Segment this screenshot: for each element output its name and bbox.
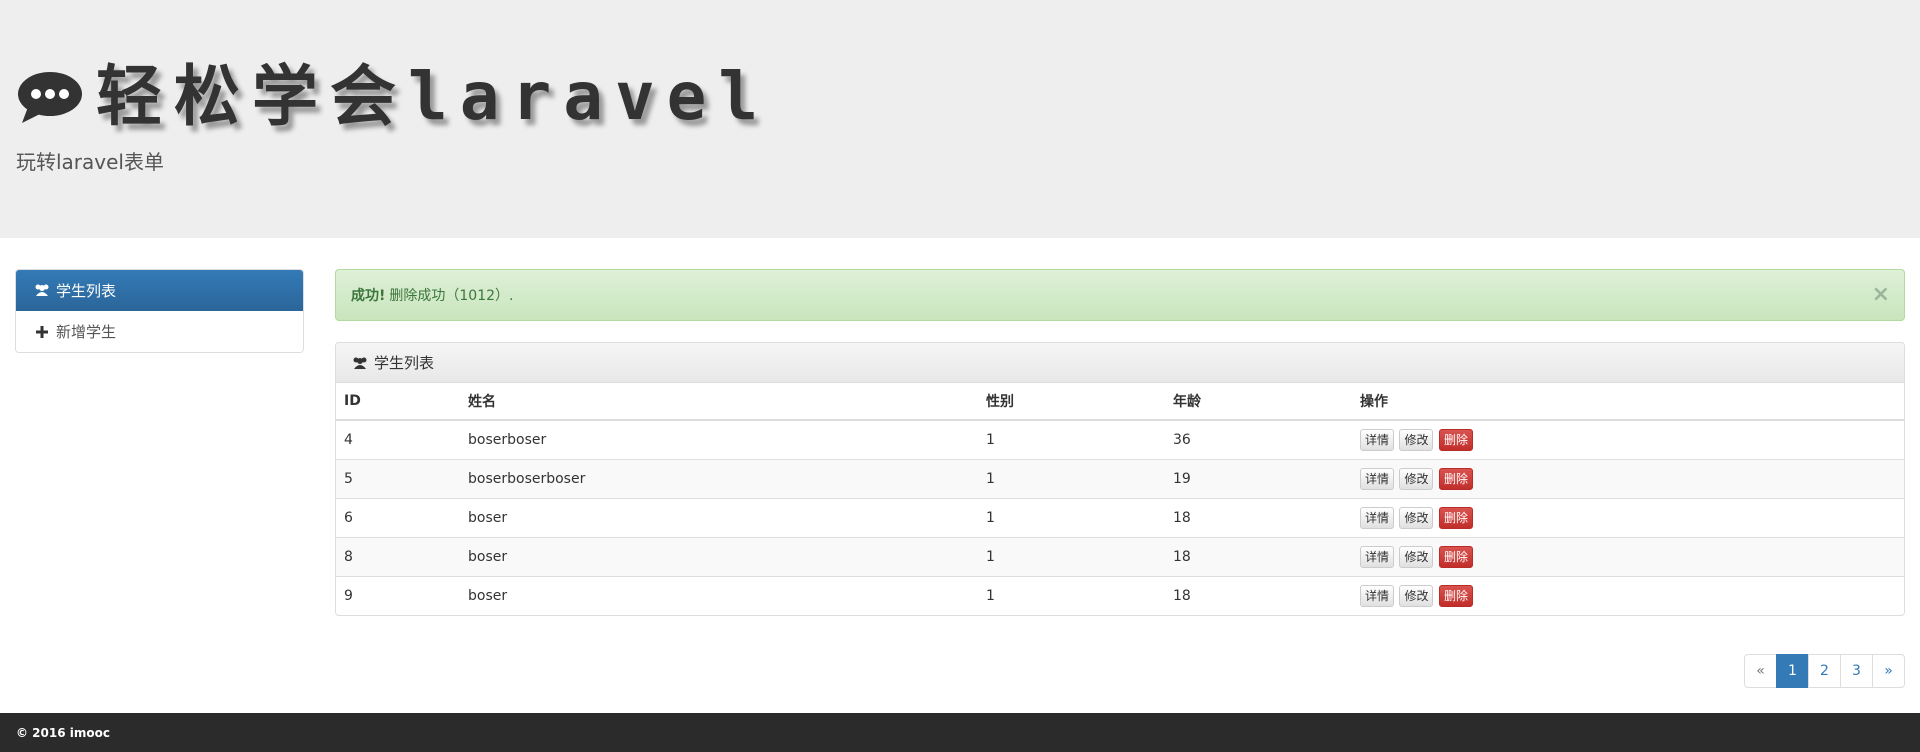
delete-button[interactable]: 删除 <box>1438 428 1473 451</box>
edit-button[interactable]: 修改 <box>1399 584 1434 607</box>
comment-icon <box>16 69 84 125</box>
alert-strong: 成功! <box>351 288 386 304</box>
table-row: 9 boser 1 18 详情 修改 删除 <box>336 575 1904 615</box>
cell-name: boser <box>460 575 978 615</box>
page-prev[interactable]: « <box>1744 654 1777 688</box>
footer: © 2016 imooc <box>0 713 1920 752</box>
site-title: 轻松学会laravel <box>96 58 771 135</box>
cell-id: 6 <box>336 497 460 537</box>
pagination: « 1 2 3 » <box>1744 654 1905 688</box>
cell-id: 5 <box>336 458 460 498</box>
cell-sex: 1 <box>978 419 1165 459</box>
edit-button[interactable]: 修改 <box>1399 545 1434 568</box>
cell-actions: 详情 修改 删除 <box>1352 458 1904 498</box>
sidebar-item-add-student[interactable]: 新增学生 <box>16 311 303 352</box>
panel-title: 学生列表 <box>374 354 435 372</box>
detail-button[interactable]: 详情 <box>1360 428 1395 451</box>
cell-sex: 1 <box>978 458 1165 498</box>
column-header-name: 姓名 <box>460 383 978 421</box>
page-3[interactable]: 3 <box>1840 654 1873 688</box>
table-row: 8 boser 1 18 详情 修改 删除 <box>336 536 1904 576</box>
users-icon <box>34 283 50 297</box>
sidebar-item-label: 学生列表 <box>56 281 117 300</box>
sidebar: 学生列表 新增学生 <box>15 269 304 353</box>
table-row: 5 boserboserboser 1 19 详情 修改 删除 <box>336 458 1904 498</box>
detail-button[interactable]: 详情 <box>1360 467 1395 490</box>
student-list-panel: 学生列表 ID 姓名 性别 年龄 操作 4 boserboser 1 36 详情… <box>335 342 1905 616</box>
column-header-sex: 性别 <box>978 383 1165 421</box>
page-2[interactable]: 2 <box>1808 654 1841 688</box>
jumbotron-header: 轻松学会laravel 玩转laravel表单 <box>0 0 1920 238</box>
plus-icon <box>34 325 50 338</box>
cell-name: boserboserboser <box>460 458 978 498</box>
table-row: 4 boserboser 1 36 详情 修改 删除 <box>336 419 1904 459</box>
site-subtitle: 玩转laravel表单 <box>16 150 164 174</box>
cell-name: boser <box>460 497 978 537</box>
panel-heading: 学生列表 <box>336 343 1904 383</box>
cell-id: 9 <box>336 575 460 615</box>
success-alert: 成功! 删除成功（1012）. × <box>335 269 1905 321</box>
cell-id: 4 <box>336 419 460 459</box>
users-icon <box>352 356 368 370</box>
cell-name: boserboser <box>460 419 978 459</box>
delete-button[interactable]: 删除 <box>1438 545 1473 568</box>
detail-button[interactable]: 详情 <box>1360 584 1395 607</box>
cell-age: 18 <box>1165 575 1352 615</box>
alert-message: 删除成功（1012）. <box>389 288 514 304</box>
edit-button[interactable]: 修改 <box>1399 506 1434 529</box>
detail-button[interactable]: 详情 <box>1360 506 1395 529</box>
site-brand: 轻松学会laravel <box>16 52 770 142</box>
cell-actions: 详情 修改 删除 <box>1352 536 1904 576</box>
sidebar-item-student-list[interactable]: 学生列表 <box>16 270 303 311</box>
cell-age: 36 <box>1165 419 1352 459</box>
page-1[interactable]: 1 <box>1776 654 1809 688</box>
copyright-text: © 2016 imooc <box>16 725 110 740</box>
delete-button[interactable]: 删除 <box>1438 467 1473 490</box>
delete-button[interactable]: 删除 <box>1438 506 1473 529</box>
cell-id: 8 <box>336 536 460 576</box>
cell-age: 19 <box>1165 458 1352 498</box>
close-icon[interactable]: × <box>1872 282 1890 307</box>
edit-button[interactable]: 修改 <box>1399 467 1434 490</box>
cell-name: boser <box>460 536 978 576</box>
student-table: ID 姓名 性别 年龄 操作 4 boserboser 1 36 详情 修改 删… <box>336 383 1904 615</box>
cell-actions: 详情 修改 删除 <box>1352 419 1904 459</box>
cell-sex: 1 <box>978 497 1165 537</box>
page-next[interactable]: » <box>1872 654 1905 688</box>
cell-age: 18 <box>1165 536 1352 576</box>
column-header-id: ID <box>336 383 460 421</box>
cell-sex: 1 <box>978 536 1165 576</box>
table-row: 6 boser 1 18 详情 修改 删除 <box>336 497 1904 537</box>
sidebar-item-label: 新增学生 <box>56 323 117 341</box>
cell-actions: 详情 修改 删除 <box>1352 497 1904 537</box>
cell-actions: 详情 修改 删除 <box>1352 575 1904 615</box>
table-header-row: ID 姓名 性别 年龄 操作 <box>336 383 1904 421</box>
delete-button[interactable]: 删除 <box>1438 584 1473 607</box>
column-header-actions: 操作 <box>1352 383 1904 421</box>
cell-sex: 1 <box>978 575 1165 615</box>
column-header-age: 年龄 <box>1165 383 1352 421</box>
edit-button[interactable]: 修改 <box>1399 428 1434 451</box>
cell-age: 18 <box>1165 497 1352 537</box>
detail-button[interactable]: 详情 <box>1360 545 1395 568</box>
